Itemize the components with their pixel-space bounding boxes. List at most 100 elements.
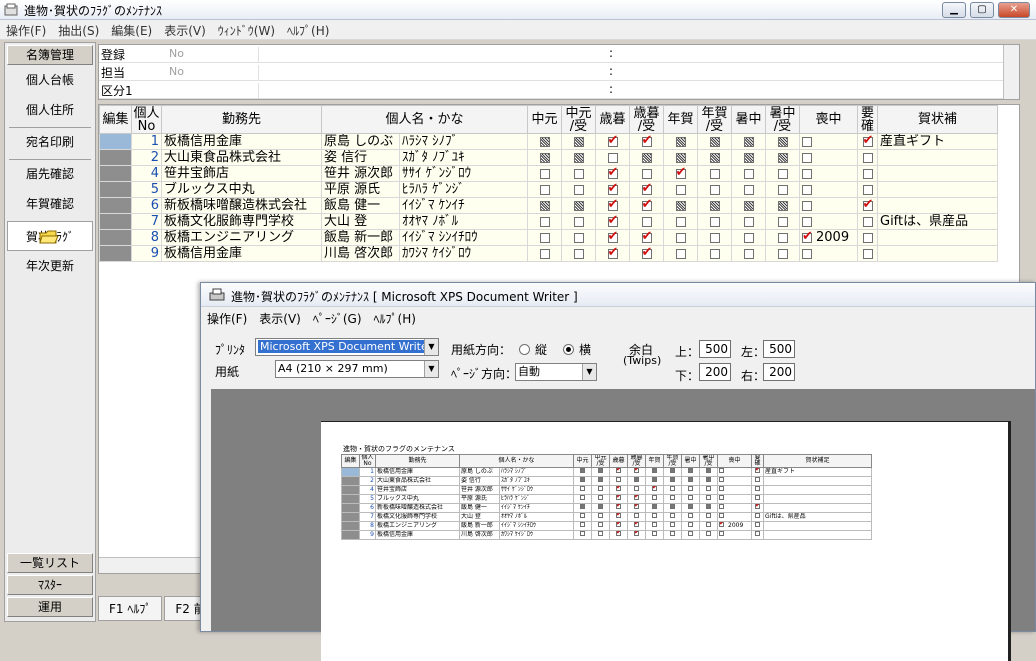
youkaku-checkbox[interactable] (862, 184, 873, 195)
menu-item-0[interactable]: 操作(F) (0, 20, 52, 41)
flag-checkbox[interactable] (616, 495, 622, 500)
minimize-button[interactable]: ▁ (942, 2, 966, 18)
flag-checkbox[interactable] (580, 504, 585, 509)
flag-checkbox[interactable] (675, 248, 686, 259)
flag-checkbox[interactable] (598, 477, 603, 482)
flag-checkbox[interactable] (706, 504, 711, 509)
flag-checkbox[interactable] (688, 495, 693, 500)
margin-top-input[interactable]: 500 (699, 340, 731, 358)
row-selector[interactable] (99, 229, 132, 246)
flag-checkbox[interactable] (670, 513, 675, 518)
flag-checkbox[interactable] (777, 136, 788, 147)
flag-checkbox[interactable] (641, 152, 652, 163)
youkaku-checkbox[interactable] (755, 504, 761, 509)
column-header[interactable]: 喪中 (717, 454, 752, 468)
youkaku-checkbox[interactable] (755, 522, 760, 527)
field-value[interactable]: No (169, 65, 259, 81)
row-selector[interactable] (341, 521, 360, 531)
flag-checkbox[interactable] (709, 216, 720, 227)
column-header[interactable]: 歳暮/受 (629, 105, 664, 134)
flag-checkbox[interactable] (641, 135, 652, 148)
close-button[interactable]: ✕ (998, 2, 1030, 18)
column-header[interactable]: 歳暮 (609, 454, 628, 468)
flag-checkbox[interactable] (652, 522, 657, 527)
flag-checkbox[interactable] (706, 468, 711, 473)
flag-checkbox[interactable] (573, 232, 584, 243)
flag-checkbox[interactable] (641, 199, 652, 212)
table-row[interactable]: 6 新板橋味噌醸造株式会社 飯島 健一 ｲｲｼﾞﾏ ｹﾝｲﾁ (99, 197, 998, 214)
flag-checkbox[interactable] (670, 495, 675, 500)
mochu-checkbox[interactable] (719, 531, 724, 536)
flag-checkbox[interactable] (641, 168, 652, 179)
flag-checkbox[interactable] (777, 216, 788, 227)
flag-checkbox[interactable] (580, 486, 585, 491)
column-header[interactable]: 年賀 (645, 454, 664, 468)
flag-checkbox[interactable] (539, 200, 550, 211)
flag-checkbox[interactable] (634, 495, 640, 500)
mochu-checkbox[interactable] (802, 200, 812, 211)
row-selector[interactable] (341, 467, 360, 477)
flag-checkbox[interactable] (539, 168, 550, 179)
table-row[interactable]: 7板橋文化服飾専門学校大山 登ｵｵﾔﾏ ﾉﾎﾞﾙ Giftは、県産品 (99, 213, 998, 230)
flag-checkbox[interactable] (777, 152, 788, 163)
field-value[interactable]: No (169, 47, 259, 63)
sidebar-item-todokesaki[interactable]: 届先確認 (7, 159, 93, 189)
column-header[interactable]: 勤務先 (161, 105, 322, 134)
row-selector[interactable] (341, 530, 360, 540)
margin-bottom-input[interactable]: 200 (699, 363, 731, 381)
mochu-checkbox[interactable] (719, 486, 724, 491)
row-selector[interactable] (341, 503, 360, 513)
flag-checkbox[interactable] (706, 522, 711, 527)
mochu-checkbox[interactable] (802, 168, 812, 179)
flag-checkbox[interactable] (641, 231, 652, 244)
youkaku-checkbox[interactable] (755, 468, 761, 473)
table-row[interactable]: 1板橋信用金庫原島 しのぶﾊﾗｼﾏ ｼﾉﾌﾞ 産直ギフト (341, 467, 872, 477)
flag-checkbox[interactable] (709, 184, 720, 195)
flag-checkbox[interactable] (688, 522, 693, 527)
table-row[interactable]: 4 笹井宝飾店 笹井 源次郎 ｻｻｲ ｹﾞﾝｼﾞﾛｳ (99, 165, 998, 182)
sidebar-item-atena-insatsu[interactable]: 宛名印刷 (7, 127, 93, 157)
menu-item-5[interactable]: ﾍﾙﾌﾟ(H) (281, 20, 335, 41)
mochu-checkbox[interactable] (802, 152, 812, 163)
page-direction-select[interactable]: 自動 ▼ (515, 363, 597, 381)
margin-left-input[interactable]: 500 (763, 340, 795, 358)
flag-checkbox[interactable] (616, 522, 622, 527)
flag-checkbox[interactable] (634, 477, 639, 482)
paper-select[interactable]: A4 (210 × 297 mm) ▼ (275, 360, 439, 378)
flag-checkbox[interactable] (539, 232, 550, 243)
column-header[interactable]: 暑中/受 (699, 454, 718, 468)
mochu-checkbox[interactable] (802, 184, 812, 195)
flag-checkbox[interactable] (743, 168, 754, 179)
flag-checkbox[interactable] (580, 522, 585, 527)
flag-checkbox[interactable] (573, 168, 584, 179)
flag-checkbox[interactable] (675, 200, 686, 211)
table-row[interactable]: 5 ブルックス中丸 平原 源氏 ﾋﾗﾊﾗ ｹﾞﾝｼﾞ (99, 181, 998, 198)
flag-checkbox[interactable] (670, 486, 675, 491)
flag-checkbox[interactable] (709, 136, 720, 147)
table-row[interactable]: 8板橋エンジニアリング飯島 新一郎ｲｲｼﾞﾏ ｼﾝｲﾁﾛｳ 2009 (341, 521, 872, 531)
flag-checkbox[interactable] (709, 232, 720, 243)
flag-checkbox[interactable] (598, 513, 603, 518)
flag-checkbox[interactable] (709, 200, 720, 211)
row-selector[interactable] (99, 165, 132, 182)
youkaku-checkbox[interactable] (862, 248, 873, 259)
orientation-portrait-radio[interactable] (519, 344, 530, 355)
flag-checkbox[interactable] (539, 136, 550, 147)
flag-checkbox[interactable] (607, 247, 618, 260)
row-selector[interactable] (99, 197, 132, 214)
flag-checkbox[interactable] (652, 504, 657, 509)
row-selector[interactable] (99, 245, 132, 262)
flag-checkbox[interactable] (675, 152, 686, 163)
flag-checkbox[interactable] (607, 152, 618, 163)
flag-checkbox[interactable] (652, 477, 657, 482)
flag-checkbox[interactable] (743, 200, 754, 211)
flag-checkbox[interactable] (709, 152, 720, 163)
header-scrollbar[interactable] (1003, 45, 1019, 99)
flag-checkbox[interactable] (652, 531, 657, 536)
flag-checkbox[interactable] (688, 504, 693, 509)
flag-checkbox[interactable] (616, 513, 622, 518)
row-selector[interactable] (99, 213, 132, 230)
flag-checkbox[interactable] (652, 486, 658, 491)
row-selector[interactable] (99, 149, 132, 166)
sidebar-item-kojin-daicho[interactable]: 個人台帳 (7, 65, 93, 95)
